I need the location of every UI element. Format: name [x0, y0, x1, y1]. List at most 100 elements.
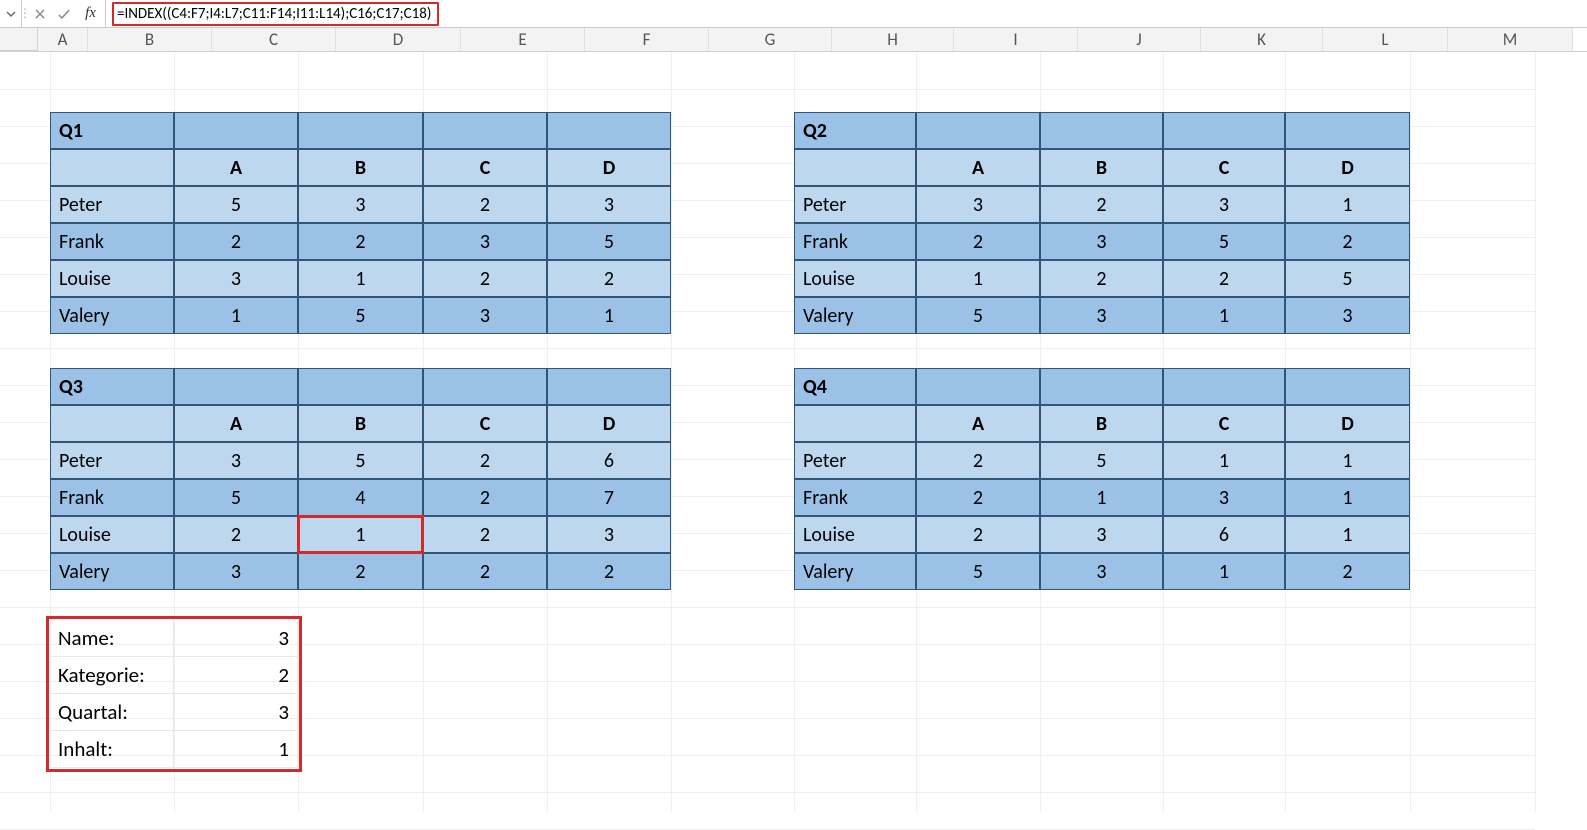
- q4-val-3-2[interactable]: 1: [1163, 553, 1285, 590]
- q3-val-2-3[interactable]: 3: [547, 516, 671, 553]
- q4-val-3-0[interactable]: 5: [916, 553, 1040, 590]
- q1-val-0-2[interactable]: 2: [423, 186, 547, 223]
- q3-colh-0: A: [174, 405, 298, 442]
- column-header-C[interactable]: C: [212, 28, 336, 51]
- q4-val-2-0[interactable]: 2: [916, 516, 1040, 553]
- q1-val-2-3[interactable]: 2: [547, 260, 671, 297]
- q2-val-2-2[interactable]: 2: [1163, 260, 1285, 297]
- q4-colh-3: D: [1285, 405, 1410, 442]
- q1-val-3-3[interactable]: 1: [547, 297, 671, 334]
- column-header-I[interactable]: I: [954, 28, 1078, 51]
- q2-val-0-1[interactable]: 2: [1040, 186, 1163, 223]
- summary-value-1[interactable]: 2: [174, 657, 298, 694]
- q4-val-2-3[interactable]: 1: [1285, 516, 1410, 553]
- summary-value-0[interactable]: 3: [174, 620, 298, 657]
- q1-val-0-1[interactable]: 3: [298, 186, 423, 223]
- q3-val-1-1[interactable]: 4: [298, 479, 423, 516]
- q2-val-1-2[interactable]: 5: [1163, 223, 1285, 260]
- q1-val-1-1[interactable]: 2: [298, 223, 423, 260]
- q3-val-0-2[interactable]: 2: [423, 442, 547, 479]
- column-header-A[interactable]: A: [38, 28, 88, 51]
- q4-val-0-2[interactable]: 1: [1163, 442, 1285, 479]
- q4-val-0-0[interactable]: 2: [916, 442, 1040, 479]
- q3-val-3-2[interactable]: 2: [423, 553, 547, 590]
- q4-colh-2: C: [1163, 405, 1285, 442]
- q3-val-2-0[interactable]: 2: [174, 516, 298, 553]
- q3-titlebar-1: [174, 368, 298, 405]
- q2-val-2-1[interactable]: 2: [1040, 260, 1163, 297]
- q3-rowh-3: Valery: [50, 553, 174, 590]
- column-header-G[interactable]: G: [709, 28, 832, 51]
- q1-val-3-1[interactable]: 5: [298, 297, 423, 334]
- q2-colh-1: B: [1040, 149, 1163, 186]
- column-header-D[interactable]: D: [336, 28, 461, 51]
- q2-val-1-1[interactable]: 3: [1040, 223, 1163, 260]
- summary-value-3[interactable]: 1: [174, 731, 298, 768]
- q2-val-1-3[interactable]: 2: [1285, 223, 1410, 260]
- q2-titlebar-3: [1163, 112, 1285, 149]
- q2-val-0-3[interactable]: 1: [1285, 186, 1410, 223]
- q3-val-2-1[interactable]: 1: [298, 516, 423, 553]
- summary-label-0: Name:: [50, 620, 174, 657]
- q2-val-1-0[interactable]: 2: [916, 223, 1040, 260]
- q2-val-3-2[interactable]: 1: [1163, 297, 1285, 334]
- q3-val-3-0[interactable]: 3: [174, 553, 298, 590]
- q3-val-3-1[interactable]: 2: [298, 553, 423, 590]
- q1-val-2-0[interactable]: 3: [174, 260, 298, 297]
- q4-val-3-3[interactable]: 2: [1285, 553, 1410, 590]
- q2-val-2-0[interactable]: 1: [916, 260, 1040, 297]
- q1-val-1-3[interactable]: 5: [547, 223, 671, 260]
- q4-val-1-2[interactable]: 3: [1163, 479, 1285, 516]
- q1-val-1-0[interactable]: 2: [174, 223, 298, 260]
- cancel-icon[interactable]: [28, 0, 52, 27]
- q1-rowh-1: Frank: [50, 223, 174, 260]
- q2-colh-0: A: [916, 149, 1040, 186]
- summary-value-2[interactable]: 3: [174, 694, 298, 731]
- q3-val-1-3[interactable]: 7: [547, 479, 671, 516]
- q1-val-1-2[interactable]: 3: [423, 223, 547, 260]
- q1-val-0-0[interactable]: 5: [174, 186, 298, 223]
- q3-val-3-3[interactable]: 2: [547, 553, 671, 590]
- fx-icon[interactable]: fx: [76, 0, 106, 27]
- q1-val-3-2[interactable]: 3: [423, 297, 547, 334]
- q4-val-0-3[interactable]: 1: [1285, 442, 1410, 479]
- q2-val-3-3[interactable]: 3: [1285, 297, 1410, 334]
- column-header-J[interactable]: J: [1078, 28, 1201, 51]
- q2-val-3-0[interactable]: 5: [916, 297, 1040, 334]
- q4-val-1-3[interactable]: 1: [1285, 479, 1410, 516]
- select-all-corner[interactable]: [0, 28, 38, 51]
- column-header-L[interactable]: L: [1323, 28, 1448, 51]
- q4-val-0-1[interactable]: 5: [1040, 442, 1163, 479]
- column-header-K[interactable]: K: [1201, 28, 1323, 51]
- spreadsheet-grid[interactable]: Q1ABCDPeter5323Frank2235Louise3122Valery…: [0, 52, 1587, 812]
- column-header-H[interactable]: H: [832, 28, 954, 51]
- column-header-F[interactable]: F: [585, 28, 709, 51]
- q4-val-2-2[interactable]: 6: [1163, 516, 1285, 553]
- column-header-M[interactable]: M: [1448, 28, 1573, 51]
- column-header-E[interactable]: E: [461, 28, 585, 51]
- q4-val-2-1[interactable]: 3: [1040, 516, 1163, 553]
- q2-val-0-0[interactable]: 3: [916, 186, 1040, 223]
- column-header-B[interactable]: B: [88, 28, 212, 51]
- q1-val-0-3[interactable]: 3: [547, 186, 671, 223]
- q3-val-1-0[interactable]: 5: [174, 479, 298, 516]
- q2-val-3-1[interactable]: 3: [1040, 297, 1163, 334]
- q1-titlebar-2: [298, 112, 423, 149]
- q3-colh-2: C: [423, 405, 547, 442]
- q1-val-3-0[interactable]: 1: [174, 297, 298, 334]
- q3-val-0-3[interactable]: 6: [547, 442, 671, 479]
- enter-icon[interactable]: [52, 0, 76, 27]
- q4-val-3-1[interactable]: 3: [1040, 553, 1163, 590]
- q3-val-2-2[interactable]: 2: [423, 516, 547, 553]
- q4-val-1-1[interactable]: 1: [1040, 479, 1163, 516]
- q4-colh-empty: [794, 405, 916, 442]
- q2-val-2-3[interactable]: 5: [1285, 260, 1410, 297]
- q1-val-2-1[interactable]: 1: [298, 260, 423, 297]
- q4-val-1-0[interactable]: 2: [916, 479, 1040, 516]
- q3-val-0-1[interactable]: 5: [298, 442, 423, 479]
- q2-val-0-2[interactable]: 3: [1163, 186, 1285, 223]
- q3-val-1-2[interactable]: 2: [423, 479, 547, 516]
- formula-input[interactable]: =INDEX((C4:F7;I4:L7;C11:F14;I11:L14);C16…: [106, 0, 1587, 27]
- q3-val-0-0[interactable]: 3: [174, 442, 298, 479]
- q1-val-2-2[interactable]: 2: [423, 260, 547, 297]
